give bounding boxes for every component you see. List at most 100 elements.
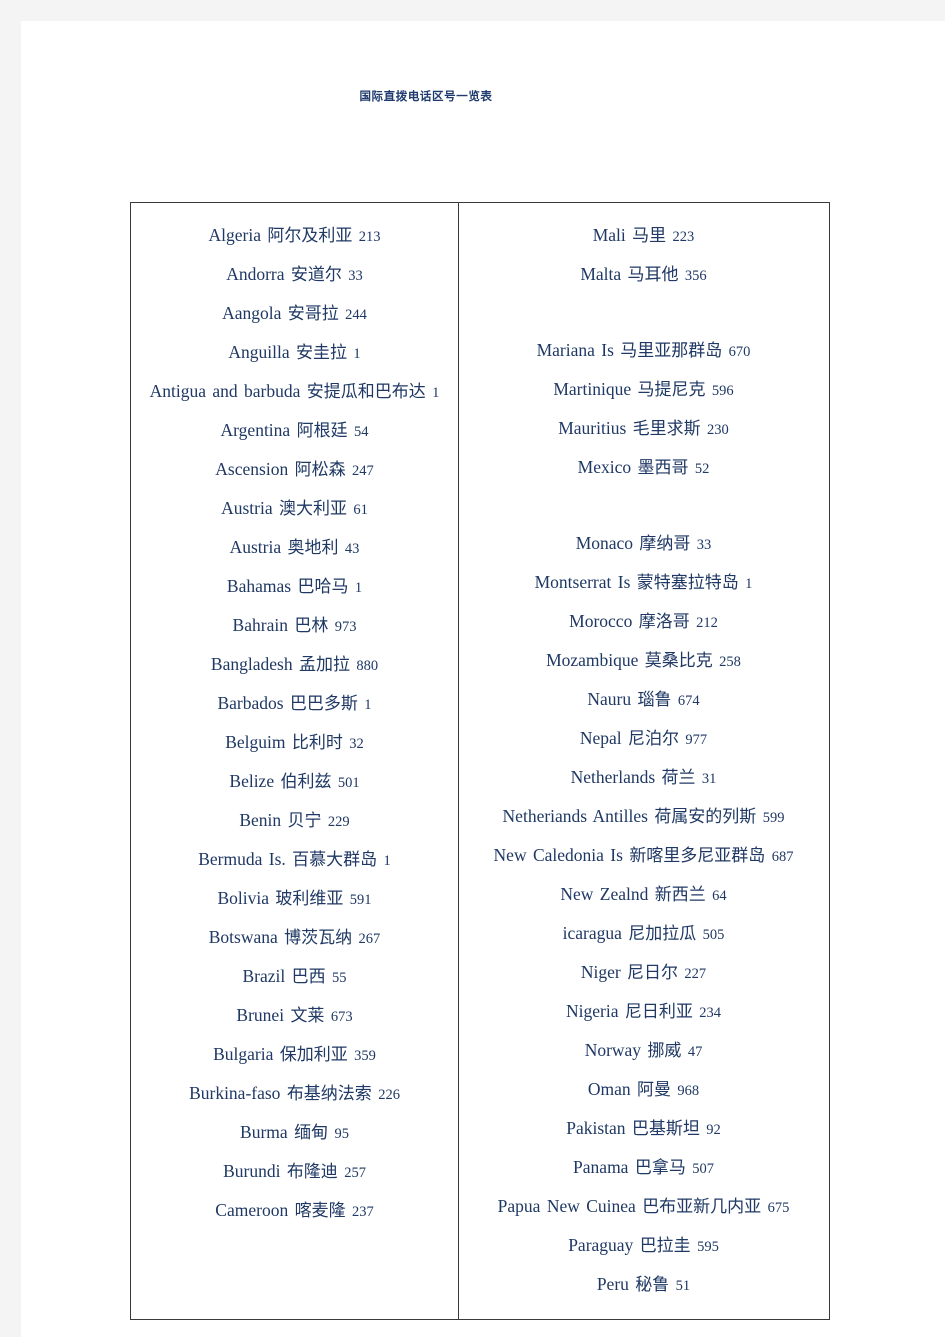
dialing-code: 32 (349, 736, 364, 752)
dialing-code: 258 (719, 654, 741, 670)
country-name-en: New Zealnd (560, 884, 649, 904)
country-name-cn: 瑙鲁 (637, 690, 672, 710)
dialing-code: 51 (675, 1278, 691, 1294)
dialing-code: 31 (701, 771, 717, 787)
country-name-cn: 阿根廷 (296, 421, 348, 441)
table-row: Norway 挪威 47 (463, 1032, 824, 1071)
table-row: Nauru 瑙鲁 674 (463, 681, 824, 720)
country-name-cn: 缅甸 (294, 1123, 329, 1143)
country-name-en: Nauru (587, 689, 632, 709)
dialing-code: 1 (364, 697, 372, 713)
country-name-en: Bahrain (232, 615, 288, 635)
country-name-en: Bahamas (226, 576, 292, 596)
table-row: Bermuda Is. 百慕大群岛 1 (135, 841, 454, 880)
table-row: Austria 澳大利亚 61 (135, 490, 454, 529)
table-row: Belguim 比利时 32 (135, 724, 454, 763)
table-row: Bangladesh 孟加拉 880 (135, 646, 454, 685)
country-name-en: Montserrat Is (534, 572, 631, 592)
table-row-spacer (463, 488, 824, 525)
dialing-code: 1 (383, 853, 391, 869)
country-name-cn: 巴拿马 (634, 1158, 686, 1178)
document-page: 国际直拨电话区号一览表 Algeria 阿尔及利亚 213 Andorra 安道尔… (21, 21, 945, 1337)
table-row: Martinique 马提尼克 596 (463, 371, 824, 410)
dialing-code: 501 (337, 775, 360, 791)
dialing-code: 237 (351, 1204, 374, 1220)
table-row: Barbados 巴巴多斯 1 (135, 685, 454, 724)
dialing-code: 226 (378, 1087, 400, 1103)
dialing-code: 230 (707, 422, 729, 438)
table-row: Mozambique 莫桑比克 258 (463, 642, 824, 681)
table-row: Mariana Is 马里亚那群岛 670 (463, 332, 824, 371)
country-name-cn: 安提瓜和巴布达 (306, 382, 426, 402)
table-row: Bolivia 玻利维亚 591 (135, 880, 454, 919)
country-code-table: Algeria 阿尔及利亚 213 Andorra 安道尔 33 Aangola 安… (130, 202, 830, 1320)
country-name-en: Pakistan (566, 1118, 626, 1138)
country-name-en: Monaco (575, 533, 634, 553)
country-name-cn: 尼日利亚 (624, 1002, 693, 1022)
dialing-code: 880 (356, 658, 379, 674)
table-row: Netherlands 荷兰 31 (463, 759, 824, 798)
table-row: Bahamas 巴哈马 1 (135, 568, 454, 607)
table-row: Brunei 文莱 673 (135, 997, 454, 1036)
country-name-en: Belize (229, 771, 275, 791)
country-name-cn: 巴拉圭 (639, 1236, 691, 1256)
country-name-cn: 玻利维亚 (275, 889, 344, 909)
country-name-en: Burma (240, 1122, 288, 1142)
dialing-code: 47 (687, 1044, 703, 1060)
country-name-cn: 莫桑比克 (644, 651, 713, 671)
dialing-code: 977 (685, 732, 708, 748)
country-name-cn: 布隆迪 (286, 1162, 338, 1182)
dialing-code: 973 (334, 619, 357, 635)
country-name-cn: 安圭拉 (296, 343, 347, 363)
country-name-en: Bulgaria (213, 1044, 274, 1064)
country-name-en: Mexico (577, 457, 632, 477)
dialing-code: 596 (711, 383, 734, 399)
dialing-code: 1 (353, 346, 361, 362)
country-name-cn: 布基纳法索 (286, 1084, 372, 1104)
country-name-en: Belguim (225, 732, 286, 752)
table-row: Malta 马耳他 356 (463, 256, 824, 295)
country-name-en: Anguilla (228, 342, 290, 362)
table-row: icaragua 尼加拉瓜 505 (463, 915, 824, 954)
country-name-en: Burkina-faso (189, 1083, 281, 1103)
country-name-en: Argentina (220, 420, 291, 440)
table-row: Anguilla 安圭拉 1 (135, 334, 454, 373)
country-name-en: Cameroon (215, 1200, 289, 1220)
dialing-code: 257 (344, 1165, 366, 1181)
dialing-code: 599 (762, 810, 785, 826)
dialing-code: 247 (351, 463, 374, 479)
dialing-code: 227 (684, 966, 707, 982)
country-name-en: Norway (584, 1040, 642, 1060)
country-name-en: Panama (573, 1157, 629, 1177)
table-row: Burkina-faso 布基纳法索 226 (135, 1075, 454, 1114)
country-name-cn: 摩纳哥 (639, 534, 691, 554)
table-row: Belize 伯利兹 501 (135, 763, 454, 802)
country-name-cn: 秘鲁 (635, 1275, 670, 1295)
dialing-code: 267 (358, 931, 381, 947)
table-row: Nigeria 尼日利亚 234 (463, 993, 824, 1032)
country-name-cn: 巴林 (294, 616, 329, 636)
table-row: Brazil 巴西 55 (135, 958, 454, 997)
country-name-cn: 马里 (632, 226, 667, 246)
country-name-en: Barbados (217, 693, 284, 713)
country-name-en: Morocco (569, 611, 633, 631)
country-name-cn: 荷属安的列斯 (654, 807, 757, 827)
dialing-code: 687 (771, 849, 794, 865)
country-name-cn: 马里亚那群岛 (620, 341, 723, 361)
dialing-code: 675 (767, 1200, 790, 1216)
table-row: Burundi 布隆迪 257 (135, 1153, 454, 1192)
country-name-en: Nepal (579, 728, 622, 748)
page-title: 国际直拨电话区号一览表 (359, 89, 493, 103)
table-row: Antigua and barbuda 安提瓜和巴布达 1 (135, 373, 454, 412)
country-name-cn: 尼日尔 (627, 963, 679, 983)
dialing-code: 673 (330, 1009, 353, 1025)
country-name-en: Andorra (226, 264, 285, 284)
country-name-en: Brunei (236, 1005, 285, 1025)
country-name-en: Martinique (553, 379, 632, 399)
country-name-cn: 马耳他 (627, 265, 679, 285)
dialing-code: 54 (353, 424, 369, 440)
dialing-code: 234 (699, 1005, 721, 1021)
table-row: Monaco 摩纳哥 33 (463, 525, 824, 564)
table-row: Burma 缅甸 95 (135, 1114, 454, 1153)
country-name-en: Algeria (208, 225, 261, 245)
